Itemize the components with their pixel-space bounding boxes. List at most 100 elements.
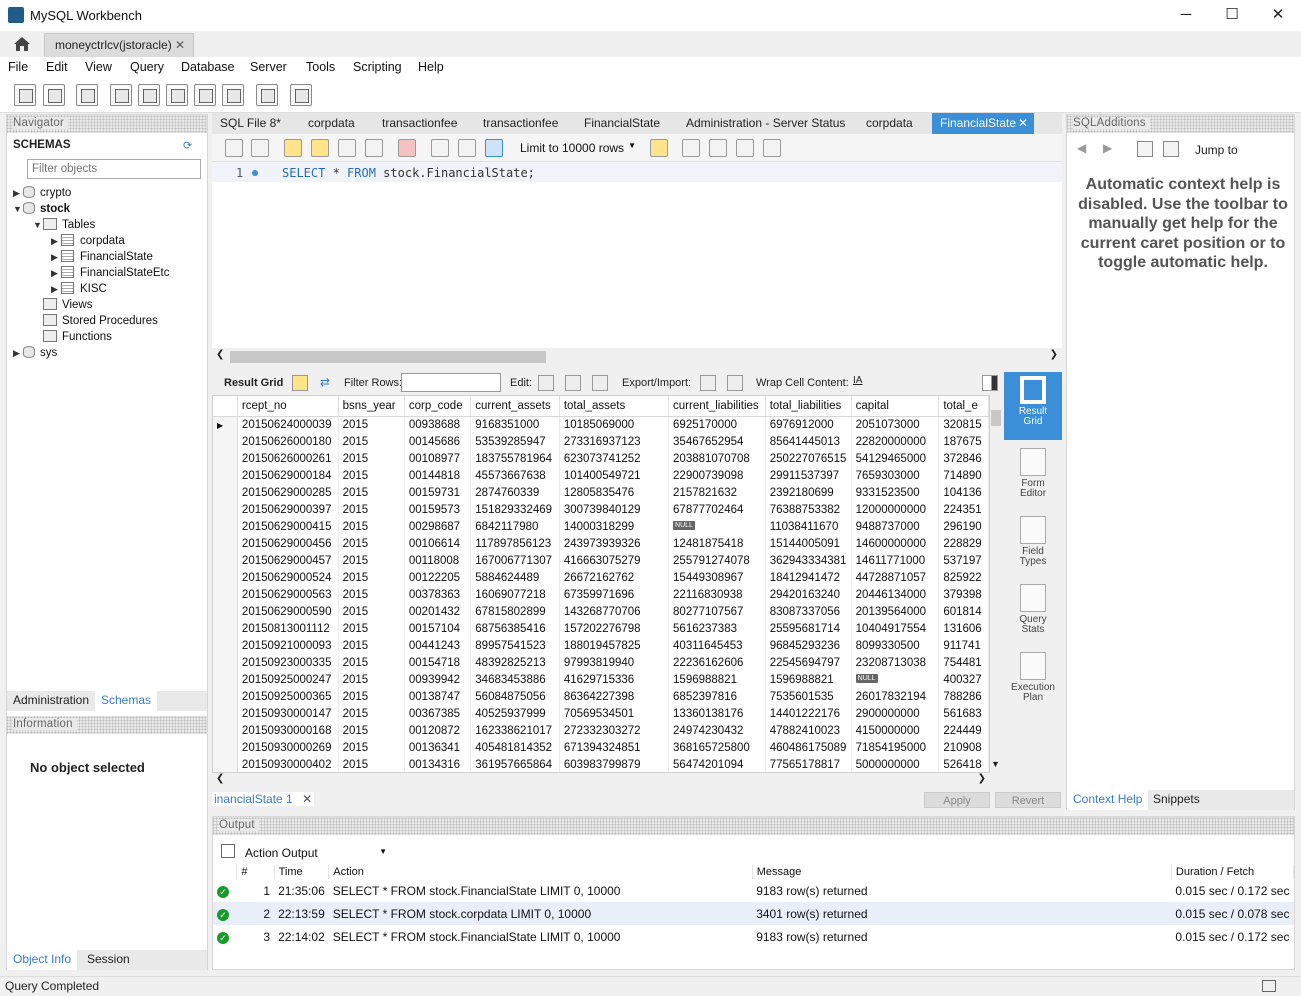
row-header[interactable] bbox=[213, 756, 238, 772]
row-header[interactable] bbox=[213, 705, 238, 722]
grid-cell[interactable]: 29420163240 bbox=[765, 586, 852, 603]
grid-cell[interactable]: 20150923000335 bbox=[237, 654, 339, 671]
grid-cell[interactable]: 20150921000093 bbox=[237, 637, 339, 654]
grid-cell[interactable]: 2015 bbox=[338, 671, 405, 688]
close-icon[interactable]: ✕ bbox=[175, 38, 185, 52]
output-type-select[interactable]: Action Output ▼ bbox=[241, 843, 391, 863]
grid-cell[interactable]: 14600000000 bbox=[851, 535, 940, 552]
toggle-error-icon[interactable] bbox=[398, 139, 416, 157]
row-header[interactable] bbox=[213, 501, 238, 518]
grid-cell[interactable]: 26017832194 bbox=[851, 688, 940, 705]
grid-cell[interactable]: 77565178817 bbox=[765, 756, 852, 772]
grid-cell[interactable]: NULL bbox=[851, 671, 940, 688]
create-schema-icon[interactable] bbox=[110, 84, 132, 106]
grid-cell[interactable]: 6976912000 bbox=[765, 416, 852, 433]
create-table-icon[interactable] bbox=[138, 84, 160, 106]
grid-cell[interactable]: 00108977 bbox=[404, 450, 472, 467]
tree-tables[interactable]: ▼ Tables bbox=[33, 217, 95, 233]
grid-cell[interactable]: 603983799879 bbox=[559, 756, 670, 772]
grid-cell[interactable]: 20150629000415 bbox=[237, 518, 339, 535]
tab-object-info[interactable]: Object Info bbox=[7, 950, 78, 970]
grid-cell[interactable]: 83087337056 bbox=[765, 603, 852, 620]
autocommit-icon[interactable] bbox=[485, 139, 503, 157]
grid-cell[interactable]: 2015 bbox=[338, 467, 405, 484]
field-types-button[interactable]: Field Types bbox=[1004, 512, 1062, 576]
menu-server[interactable]: Server bbox=[250, 60, 287, 74]
row-header[interactable] bbox=[213, 569, 238, 586]
grid-cell[interactable]: 20446134000 bbox=[851, 586, 940, 603]
grid-cell[interactable]: 97993819940 bbox=[559, 654, 670, 671]
grid-cell[interactable]: 754481 bbox=[938, 654, 989, 671]
grid-cell[interactable]: 671394324851 bbox=[559, 739, 670, 756]
find-icon[interactable] bbox=[709, 139, 727, 157]
grid-cell[interactable]: 243973939326 bbox=[559, 535, 670, 552]
grid-cell[interactable]: 67815802899 bbox=[470, 603, 560, 620]
grid-cell[interactable]: 6852397816 bbox=[668, 688, 766, 705]
grid-cell[interactable]: 00939942 bbox=[404, 671, 472, 688]
refresh-icon[interactable]: ⟳ bbox=[183, 139, 192, 152]
grid-cell[interactable]: 20139564000 bbox=[851, 603, 940, 620]
row-header[interactable] bbox=[213, 654, 238, 671]
grid-cell[interactable]: 104136 bbox=[938, 484, 989, 501]
row-header[interactable] bbox=[213, 433, 238, 450]
grid-cell[interactable]: 67359971696 bbox=[559, 586, 670, 603]
row-header[interactable] bbox=[213, 722, 238, 739]
query-stats-button[interactable]: Query Stats bbox=[1004, 580, 1062, 644]
row-header[interactable] bbox=[213, 518, 238, 535]
grid-cell[interactable]: 2015 bbox=[338, 552, 405, 569]
grid-cell[interactable]: 53539285947 bbox=[470, 433, 560, 450]
table-row[interactable]: 20150626000180 2015 00145686 53539285947 273… bbox=[213, 433, 989, 450]
menu-file[interactable]: File bbox=[8, 60, 28, 74]
open-sql-script-icon[interactable] bbox=[43, 84, 65, 106]
table-row[interactable]: 20150930000147 2015 00367385 40525937999 705… bbox=[213, 705, 989, 722]
back-icon[interactable]: ◀ bbox=[1077, 141, 1086, 155]
table-corpdata[interactable]: ▶ corpdata bbox=[51, 233, 125, 249]
table-row[interactable]: 20150923000335 2015 00154718 48392825213 979… bbox=[213, 654, 989, 671]
grid-cell[interactable]: 40311645453 bbox=[668, 637, 766, 654]
grid-cell[interactable]: 187675 bbox=[938, 433, 989, 450]
invisible-chars-icon[interactable] bbox=[736, 139, 754, 157]
grid-cell[interactable]: 2015 bbox=[338, 484, 405, 501]
menu-tools[interactable]: Tools bbox=[306, 60, 335, 74]
row-header[interactable] bbox=[213, 586, 238, 603]
grid-hscrollbar[interactable]: ❮ ❯ bbox=[212, 773, 990, 787]
grid-cell[interactable]: 2392180699 bbox=[765, 484, 852, 501]
grid-cell[interactable]: 162338621017 bbox=[470, 722, 560, 739]
grid-cell[interactable]: 00144818 bbox=[404, 467, 472, 484]
reconnect-icon[interactable] bbox=[290, 84, 312, 106]
grid-cell[interactable]: 2015 bbox=[338, 586, 405, 603]
grid-cell[interactable]: 2015 bbox=[338, 756, 405, 772]
row-header[interactable] bbox=[213, 535, 238, 552]
table-row[interactable]: 20150930000168 2015 00120872 162338621017 27… bbox=[213, 722, 989, 739]
result-grid[interactable]: rcept_no bsns_year corp_code current_ass… bbox=[212, 395, 990, 773]
table-row[interactable]: 20150629000563 2015 00378363 16069077218 673… bbox=[213, 586, 989, 603]
table-row[interactable]: 20150629000184 2015 00144818 45573667638 101… bbox=[213, 467, 989, 484]
grid-cell[interactable]: 00159731 bbox=[404, 484, 472, 501]
row-header[interactable] bbox=[213, 671, 238, 688]
grid-cell[interactable]: 228829 bbox=[938, 535, 989, 552]
explain-icon[interactable] bbox=[338, 139, 356, 157]
grid-cell[interactable]: 20150626000180 bbox=[237, 433, 339, 450]
table-row[interactable]: 20150629000457 2015 00118008 167006771307 41… bbox=[213, 552, 989, 569]
menu-edit[interactable]: Edit bbox=[46, 60, 68, 74]
grid-cell[interactable]: 22116830938 bbox=[668, 586, 766, 603]
search-table-data-icon[interactable] bbox=[256, 84, 278, 106]
grid-cell[interactable]: 86364227398 bbox=[559, 688, 670, 705]
grid-cell[interactable]: 183755781964 bbox=[470, 450, 560, 467]
output-row[interactable]: ✓ 2 22:13:59 SELECT * FROM stock.corpdata L… bbox=[213, 902, 1294, 925]
grid-cell[interactable]: 2015 bbox=[338, 739, 405, 756]
grid-cell[interactable]: 20150629000285 bbox=[237, 484, 339, 501]
grid-cell[interactable]: 00938688 bbox=[404, 416, 472, 433]
grid-cell[interactable]: 20150629000184 bbox=[237, 467, 339, 484]
grid-cell[interactable]: 320815 bbox=[938, 416, 989, 433]
grid-cell[interactable]: 5000000000 bbox=[851, 756, 940, 772]
grid-cell[interactable]: 2015 bbox=[338, 501, 405, 518]
grid-cell[interactable]: 00136341 bbox=[404, 739, 472, 756]
grid-cell[interactable]: 2157821632 bbox=[668, 484, 766, 501]
table-financialstate[interactable]: ▶ FinancialState bbox=[51, 249, 153, 265]
grid-cell[interactable]: 20150925000247 bbox=[237, 671, 339, 688]
grid-cell[interactable]: 00120872 bbox=[404, 722, 472, 739]
create-procedure-icon[interactable] bbox=[194, 84, 216, 106]
output-row[interactable]: ✓ 1 21:35:06 SELECT * FROM stock.FinancialS… bbox=[213, 879, 1294, 902]
schema-sys[interactable]: ▶ sys bbox=[13, 345, 57, 361]
